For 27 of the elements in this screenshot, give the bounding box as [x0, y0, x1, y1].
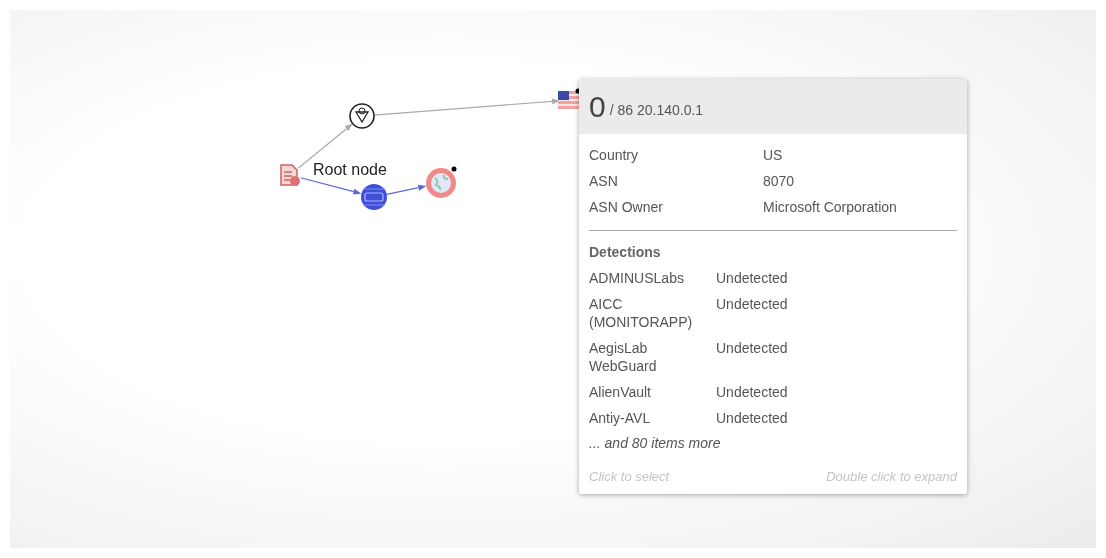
- shield-icon[interactable]: [349, 103, 375, 129]
- detection-result: Undetected: [716, 295, 789, 314]
- document-icon[interactable]: [280, 164, 300, 186]
- hint-text: Double click to expand: [826, 469, 957, 484]
- detection-score: 0: [589, 89, 606, 124]
- www-icon[interactable]: [361, 184, 387, 210]
- property-value: US: [763, 146, 784, 165]
- node-label: Root node: [313, 161, 387, 178]
- node-subtitle: / 86 20.140.0.1: [609, 101, 704, 118]
- property-value: 8070: [763, 172, 796, 191]
- engine-name: AegisLab WebGuard: [589, 339, 658, 375]
- section-title: Detections: [589, 243, 662, 262]
- status-dot: [451, 166, 457, 172]
- more-items-text: ... and 80 items more: [589, 435, 721, 451]
- hint-text: Click to select: [589, 469, 670, 484]
- property-value: Microsoft Corporation: [763, 198, 898, 217]
- detection-result: Undetected: [716, 339, 789, 358]
- engine-name: ADMINUSLabs: [589, 269, 685, 287]
- property-label: ASN Owner: [589, 198, 664, 217]
- detection-result: Undetected: [716, 383, 789, 401]
- detection-result: Undetected: [716, 269, 789, 287]
- engine-name: Antiy-AVL: [589, 409, 652, 427]
- property-label: ASN: [589, 172, 619, 191]
- engine-name: AICC (MONITORAPP): [589, 295, 694, 331]
- property-label: Country: [589, 146, 640, 165]
- detection-result: Undetected: [716, 409, 789, 427]
- engine-name: AlienVault: [589, 383, 652, 401]
